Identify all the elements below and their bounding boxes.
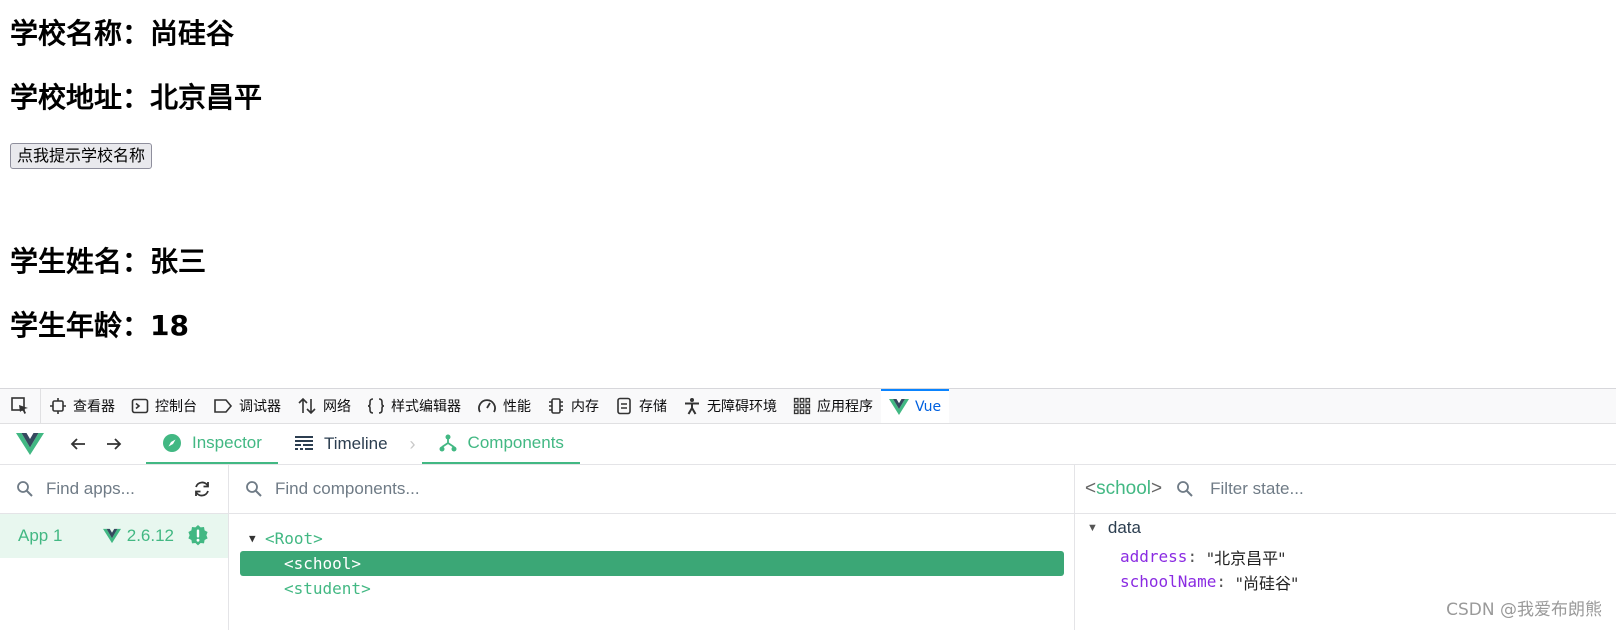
element-picker-button[interactable] [0,389,41,423]
warning-badge-icon[interactable] [186,524,210,548]
inspector-icon [50,398,66,414]
search-icon [17,481,33,497]
apps-search-input[interactable] [44,478,182,500]
student-age-heading: 学生年龄：18 [10,309,189,342]
state-prop-school-name[interactable]: schoolName : "尚硅谷" [1075,569,1616,594]
timeline-icon [294,436,313,450]
tab-timeline[interactable]: Timeline [278,424,404,464]
memory-icon [549,398,563,414]
component-tree-icon [439,434,457,452]
devtools-toolbar: 查看器 控制台 调试器 网络 样式编辑器 性能 内存 存储 无障碍环境 应用程序… [0,388,1616,424]
collapse-arrow-icon[interactable]: ▼ [1087,522,1098,534]
forward-button[interactable] [96,435,132,453]
devtools-tab-style-editor[interactable]: 样式编辑器 [359,389,469,423]
compass-icon [163,434,181,452]
grid-icon [793,397,811,415]
refresh-icon[interactable] [192,479,212,499]
tree-node-school[interactable]: <school> [240,551,1064,576]
apps-search-bar [0,465,228,514]
console-icon [131,398,149,414]
element-picker-icon [11,397,28,414]
arrow-left-icon [70,438,85,450]
breadcrumb-separator: › [409,433,416,454]
school-name-heading: 学校名称：尚硅谷 [10,17,235,50]
school-address-heading: 学校地址：北京昌平 [10,81,263,114]
components-search-input[interactable] [273,478,1058,500]
devtools-tab-label: 内存 [571,399,599,415]
debugger-icon [214,399,233,413]
app-list-item[interactable]: App 1 2.6.12 [0,514,228,558]
csdn-watermark: CSDN @我爱布朗熊 [1446,600,1602,620]
devtools-tab-label: Vue [915,399,942,415]
prop-key: address [1120,547,1188,566]
gauge-icon [478,399,496,413]
devtools-tab-performance[interactable]: 性能 [469,389,539,423]
devtools-tab-application[interactable]: 应用程序 [785,389,881,423]
filter-state-input[interactable] [1208,478,1600,500]
prop-key: schoolName [1120,572,1217,591]
vue-logo-icon [889,399,909,415]
devtools-tab-label: 查看器 [73,399,115,415]
page-content: 学校名称：尚硅谷 学校地址：北京昌平 点我提示学校名称 学生姓名：张三 学生年龄… [0,0,1616,388]
back-button[interactable] [60,435,96,453]
devtools-tab-console[interactable]: 控制台 [123,389,205,423]
tree-node-label: <student> [284,579,371,598]
app-version-number: 2.6.12 [126,526,174,545]
app-version: 2.6.12 [102,524,210,548]
devtools-tab-debugger[interactable]: 调试器 [205,389,289,423]
devtools-tab-label: 应用程序 [817,399,873,415]
storage-icon [617,397,631,415]
devtools-tab-network[interactable]: 网络 [289,389,359,423]
tree-node-root[interactable]: ▼ <Root> [229,526,1074,551]
selected-component-name: school [1096,478,1152,499]
tree-node-student[interactable]: <student> [229,576,1074,601]
component-tree-pane: ▼ <Root> <school> <student> [229,465,1075,630]
devtools-tab-label: 调试器 [239,399,281,415]
components-search-bar [229,465,1074,514]
devtools-tab-label: 样式编辑器 [391,399,461,415]
tab-components[interactable]: Components [421,424,580,464]
selected-component-tag: <school> [1085,478,1163,499]
devtools-tab-label: 控制台 [155,399,197,415]
collapse-arrow-icon[interactable]: ▼ [249,532,265,545]
component-tree: ▼ <Root> <school> <student> [229,514,1074,601]
tree-node-label: <Root> [265,529,323,548]
tab-components-label: Components [467,433,564,452]
vue-logo-icon [16,433,44,455]
state-prop-address[interactable]: address : "北京昌平" [1075,544,1616,569]
devtools-tab-inspector[interactable]: 查看器 [41,389,123,423]
state-header: <school> [1075,465,1616,514]
braces-icon [367,398,385,414]
alert-school-name-button[interactable]: 点我提示学校名称 [10,143,153,169]
app-name: App 1 [18,526,63,545]
prop-value: "尚硅谷" [1235,573,1299,593]
devtools-tab-label: 存储 [639,399,667,415]
prop-value: "北京昌平" [1206,548,1286,568]
apps-pane: App 1 2.6.12 [0,465,229,630]
devtools-tab-accessibility[interactable]: 无障碍环境 [675,389,785,423]
search-icon [1177,481,1193,497]
devtools-tab-label: 性能 [503,399,531,415]
devtools-tab-label: 网络 [323,399,351,415]
vue-devtools-header: Inspector Timeline › Components [0,424,1616,465]
tab-inspector-label: Inspector [192,433,262,452]
search-icon [246,481,262,497]
prop-colon: : [1187,547,1207,566]
state-section-label: data [1107,518,1141,537]
state-section-data[interactable]: ▼ data [1075,514,1616,538]
prop-colon: : [1216,572,1236,591]
accessibility-icon [685,398,699,415]
devtools-tab-memory[interactable]: 内存 [539,389,607,423]
vue-logo-icon [102,528,121,544]
devtools-tab-vue[interactable]: Vue [881,389,950,423]
network-icon [298,397,316,415]
vue-devtools-logo [0,432,60,456]
tab-timeline-label: Timeline [323,434,388,453]
devtools-tab-storage[interactable]: 存储 [607,389,675,423]
tab-inspector[interactable]: Inspector [146,424,278,464]
tree-node-label: <school> [284,554,362,573]
devtools-tab-label: 无障碍环境 [707,399,777,415]
arrow-right-icon [107,438,122,450]
student-name-heading: 学生姓名：张三 [10,245,207,278]
